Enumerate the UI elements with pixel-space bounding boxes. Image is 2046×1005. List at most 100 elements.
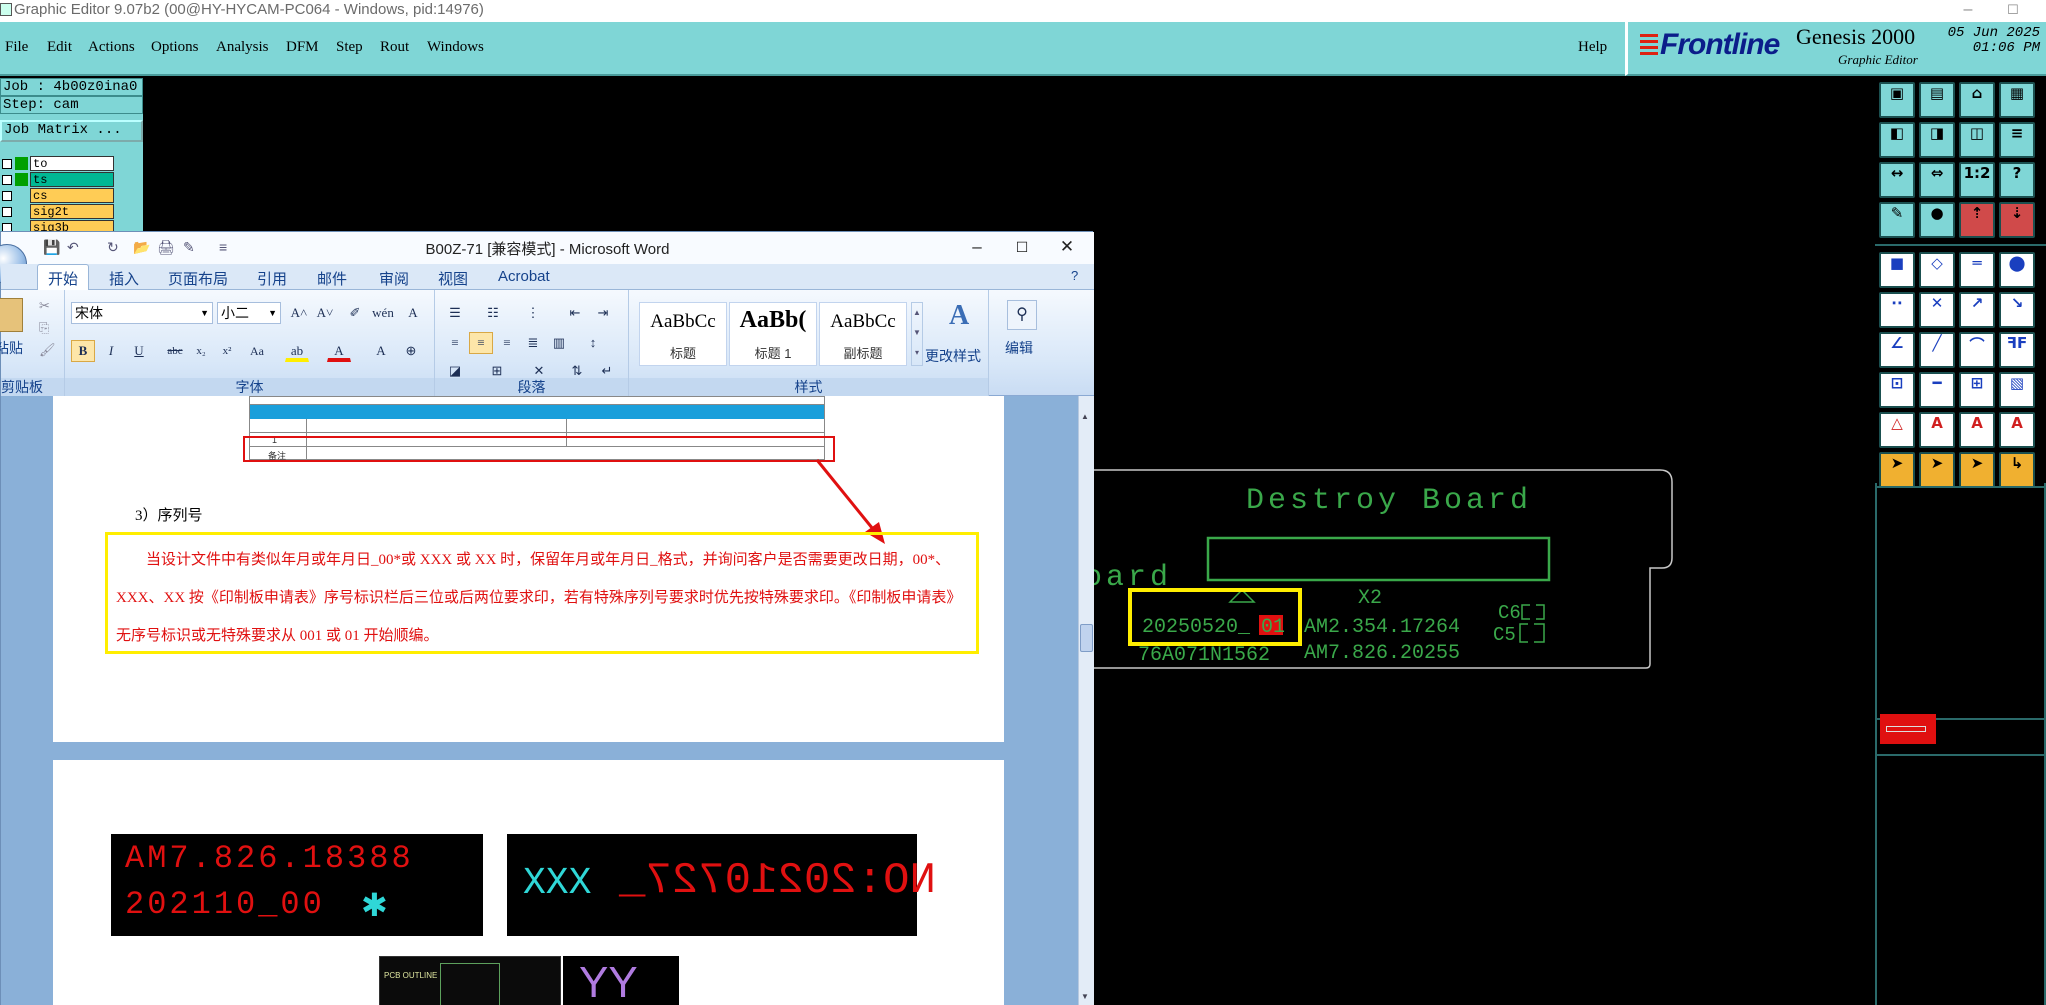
component-icon[interactable]: ⊞: [1959, 372, 1995, 408]
copy-icon[interactable]: ⎘: [39, 320, 49, 336]
underline-button[interactable]: U: [127, 340, 151, 362]
clear-format-icon[interactable]: ✐: [343, 302, 367, 324]
enclose-char-icon[interactable]: ⊕: [399, 340, 423, 362]
document-page[interactable]: 1 备注 3）序列号 当设计文件中有类似年月或年月日_00*或 XXX 或 XX…: [53, 396, 1004, 742]
style-subtitle[interactable]: AaBbCc 副标题: [819, 302, 907, 366]
menu-rout[interactable]: Rout: [380, 39, 409, 56]
tab-home[interactable]: 开始: [37, 264, 90, 291]
layer-name[interactable]: to: [30, 156, 114, 171]
scale-1to2-icon[interactable]: 1:2: [1959, 162, 1995, 198]
grow-font-icon[interactable]: A˄: [287, 302, 311, 324]
binoculars-icon[interactable]: ⚲: [1007, 300, 1037, 330]
pointer-icon[interactable]: ➤: [1879, 452, 1915, 488]
menu-dfm[interactable]: DFM: [286, 39, 319, 56]
window-icon[interactable]: ▦: [1999, 82, 2035, 118]
connect-icon[interactable]: ⋅⋅: [1879, 292, 1915, 328]
layer-name[interactable]: sig2t: [30, 204, 114, 219]
document-area[interactable]: 1 备注 3）序列号 当设计文件中有类似年月或年月日_00*或 XXX 或 XX…: [1, 396, 1078, 1005]
line-spacing-icon[interactable]: ↕: [581, 332, 605, 354]
scroll-down-icon[interactable]: ▼: [1081, 992, 1092, 1002]
dash-icon[interactable]: ━: [1919, 372, 1955, 408]
tab-layout[interactable]: 页面布局: [168, 268, 228, 289]
italic-button[interactable]: I: [99, 340, 123, 362]
align-center-icon[interactable]: ≡: [469, 332, 493, 354]
font-color-icon[interactable]: A: [327, 340, 351, 362]
fit-height-icon[interactable]: ⇔: [1919, 162, 1955, 198]
pointer-select-icon[interactable]: ➤: [1919, 452, 1955, 488]
triangle-b-icon[interactable]: A: [1959, 412, 1995, 448]
paste-label[interactable]: 粘贴: [0, 338, 23, 358]
document-scrollbar[interactable]: ▲ ▼: [1078, 396, 1094, 1005]
style-title[interactable]: AaBbCc 标题: [639, 302, 727, 366]
scroll-thumb[interactable]: [1080, 624, 1093, 652]
tab-references[interactable]: 引用: [257, 268, 287, 289]
ruler-icon[interactable]: ═: [1959, 252, 1995, 288]
format-painter-icon[interactable]: 🖌: [39, 342, 56, 358]
decrease-indent-icon[interactable]: ⇤: [563, 302, 587, 324]
style-heading1[interactable]: AaBb( 标题 1: [729, 302, 817, 366]
text-ff-icon[interactable]: ꟻF: [1999, 332, 2035, 368]
line-icon[interactable]: ∠: [1879, 332, 1915, 368]
menu-analysis[interactable]: Analysis: [216, 39, 269, 56]
menu-file[interactable]: File: [5, 39, 28, 56]
query-icon[interactable]: ?: [1999, 162, 2035, 198]
layer-name[interactable]: cs: [30, 188, 114, 203]
multilevel-list-icon[interactable]: ⋮: [521, 302, 545, 324]
tab-view[interactable]: 视图: [438, 268, 468, 289]
triangle-c-icon[interactable]: A: [1999, 412, 2035, 448]
font-size-select[interactable]: 小二 ▼: [217, 302, 281, 324]
pointer-drag-icon[interactable]: ➤: [1959, 452, 1995, 488]
document-page-2[interactable]: AM7.826.18388 202110_00 ✱ XXX NO:2021072…: [53, 760, 1004, 1005]
justify-icon[interactable]: ≣: [521, 332, 545, 354]
zoom-fit-icon[interactable]: ◧: [1879, 122, 1915, 158]
menu-step[interactable]: Step: [336, 39, 363, 56]
char-border-icon[interactable]: A: [401, 302, 425, 324]
menu-actions[interactable]: Actions: [88, 39, 135, 56]
layer-checkbox[interactable]: [2, 175, 12, 185]
select-poly-icon[interactable]: ◇: [1919, 252, 1955, 288]
menu-options[interactable]: Options: [151, 39, 199, 56]
align-right-icon[interactable]: ≡: [495, 332, 519, 354]
layer-up-icon[interactable]: ⇡: [1959, 202, 1995, 238]
menu-help[interactable]: Help: [1578, 39, 1607, 56]
font-name-select[interactable]: 宋体 ▼: [71, 302, 213, 324]
layer-row[interactable]: to: [0, 156, 118, 171]
layer-row[interactable]: sig2t: [0, 204, 118, 219]
cut-icon[interactable]: ✂: [39, 298, 50, 314]
pan-icon[interactable]: ◫: [1959, 122, 1995, 158]
numbering-icon[interactable]: ☷: [481, 302, 505, 324]
change-case-button[interactable]: Aa: [245, 340, 269, 362]
change-styles-label[interactable]: 更改样式: [925, 346, 981, 366]
graphics-canvas[interactable]: Destroy Board oard X2 20250520_ 01 AM2.3…: [1090, 440, 1875, 1005]
pointer-route-icon[interactable]: ↳: [1999, 452, 2035, 488]
styles-scroll[interactable]: ▲ ▼ ▾: [911, 302, 923, 366]
menu-windows[interactable]: Windows: [427, 39, 484, 56]
layer-checkbox[interactable]: [2, 191, 12, 201]
menu-edit[interactable]: Edit: [47, 39, 72, 56]
node-edit-icon[interactable]: ⊡: [1879, 372, 1915, 408]
highlight-color-icon[interactable]: ab: [285, 340, 309, 362]
save-icon[interactable]: ▤: [1919, 82, 1955, 118]
home-icon[interactable]: ⌂: [1959, 82, 1995, 118]
phonetic-icon[interactable]: wén: [371, 302, 395, 324]
job-matrix-button[interactable]: Job Matrix ...: [0, 120, 143, 142]
open-job-icon[interactable]: ▣: [1879, 82, 1915, 118]
bullets-icon[interactable]: ☰: [443, 302, 467, 324]
word-close-button[interactable]: ✕: [1045, 234, 1089, 260]
tab-review[interactable]: 审阅: [379, 268, 409, 289]
subscript-button[interactable]: x₂: [189, 340, 213, 362]
layer-down-icon[interactable]: ⇣: [1999, 202, 2035, 238]
align-left-icon[interactable]: ≡: [443, 332, 467, 354]
word-maximize-button[interactable]: ☐: [1000, 234, 1044, 260]
paste-icon[interactable]: [0, 298, 23, 332]
strikethrough-button[interactable]: abc: [163, 340, 187, 362]
diag-line-icon[interactable]: ╱: [1919, 332, 1955, 368]
tab-acrobat[interactable]: Acrobat: [498, 268, 550, 285]
bold-button[interactable]: B: [71, 340, 95, 362]
pad-icon[interactable]: ●: [1919, 202, 1955, 238]
word-minimize-button[interactable]: –: [955, 234, 999, 260]
layer-row[interactable]: ts: [0, 172, 118, 187]
increase-indent-icon[interactable]: ⇥: [591, 302, 615, 324]
triangle-icon[interactable]: △: [1879, 412, 1915, 448]
edit-label[interactable]: 编辑: [1005, 338, 1033, 358]
